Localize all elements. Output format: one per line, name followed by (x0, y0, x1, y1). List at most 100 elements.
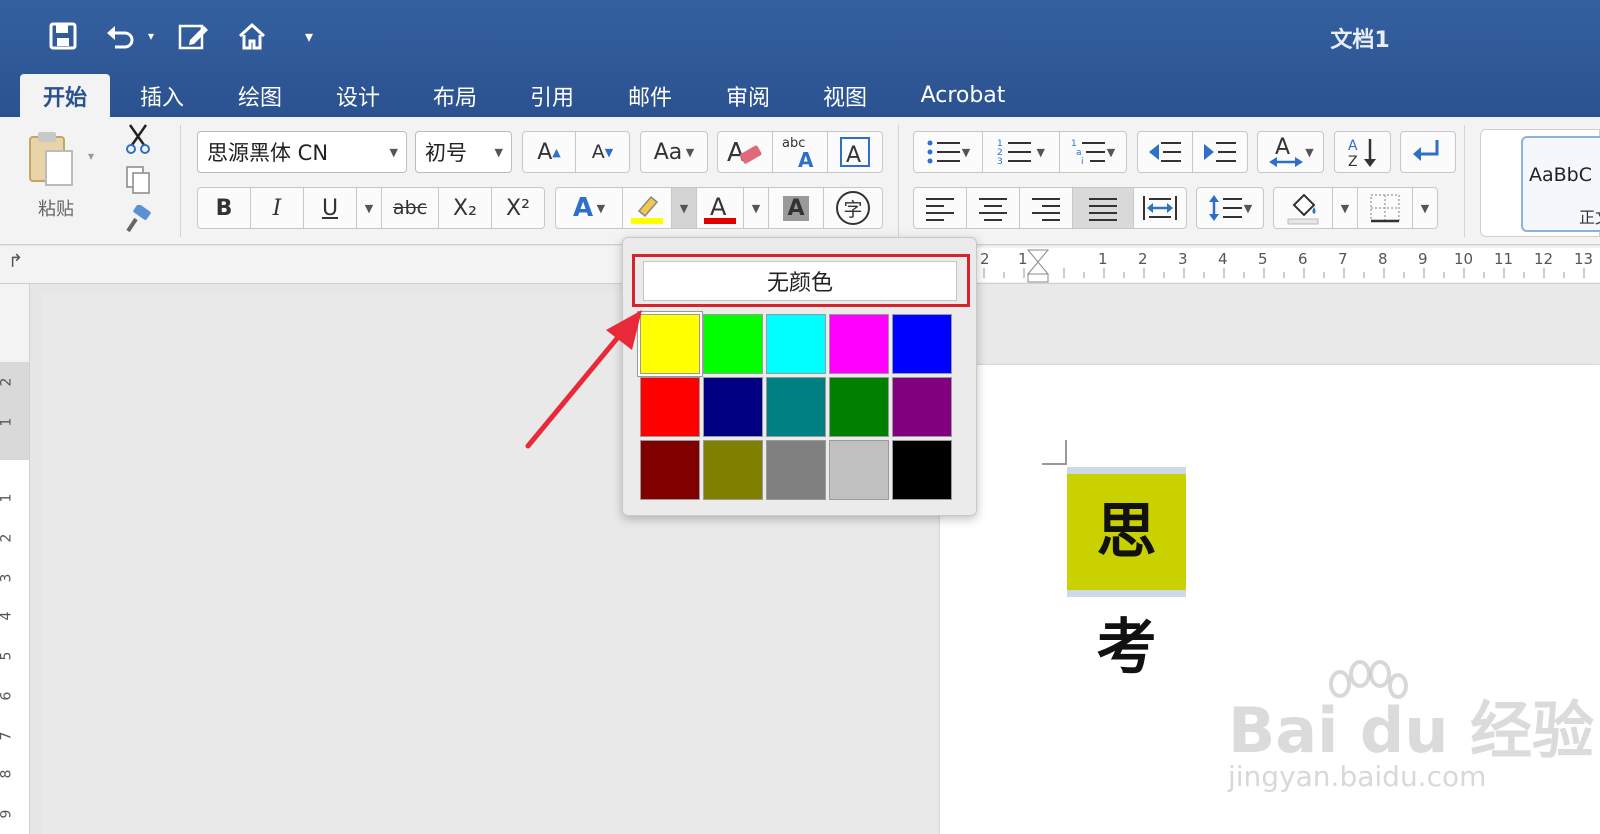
color-swatch-bright-green[interactable] (703, 314, 763, 374)
tab-acrobat[interactable]: Acrobat (908, 74, 1018, 117)
undo-dropdown-icon[interactable]: ▾ (143, 18, 159, 54)
sort-button[interactable]: AZ (1334, 131, 1391, 173)
ruler-number: 2 (0, 377, 15, 387)
color-swatch-violet[interactable] (892, 377, 952, 437)
align-center-button[interactable] (966, 187, 1020, 229)
grow-font-button[interactable]: A ▲ (522, 131, 576, 173)
copy-icon[interactable] (124, 165, 152, 199)
strikethrough-button[interactable]: abc (381, 187, 439, 229)
font-color-icon: A (704, 193, 736, 224)
color-swatch-teal[interactable] (766, 377, 826, 437)
home-icon[interactable] (234, 18, 270, 54)
numbering-button[interactable]: 123 ▼ (982, 131, 1060, 173)
phonetic-guide-button[interactable]: abc A (772, 131, 828, 173)
highlight-dropdown[interactable]: ▼ (671, 187, 697, 229)
no-color-button[interactable]: 无颜色 (643, 261, 957, 301)
tab-stop-icon[interactable]: ↱ (8, 251, 23, 272)
ruler-number: 9 (1418, 250, 1428, 268)
distributed-button[interactable] (1133, 187, 1187, 229)
tab-mailings[interactable]: 邮件 (612, 74, 688, 117)
color-swatch-dark-yellow[interactable] (703, 440, 763, 500)
tab-view[interactable]: 视图 (807, 74, 883, 117)
bullets-button[interactable]: ▼ (913, 131, 983, 173)
ruler-number: 1 (1018, 250, 1028, 268)
font-color-dropdown[interactable]: ▼ (743, 187, 769, 229)
svg-text:Z: Z (1348, 154, 1358, 169)
numbered-list-icon: 123 (997, 139, 1032, 167)
tab-layout[interactable]: 布局 (417, 74, 493, 117)
tab-home[interactable]: 开始 (20, 74, 110, 117)
asian-layout-button[interactable]: A ▼ (1257, 131, 1324, 173)
font-size-select[interactable]: 初号 ▼ (415, 131, 512, 173)
char-border-button[interactable]: A (827, 131, 883, 173)
line-spacing-button[interactable]: ▼ (1196, 187, 1264, 229)
superscript-button[interactable]: X² (491, 187, 545, 229)
color-swatch-pink[interactable] (829, 314, 889, 374)
cut-icon[interactable] (124, 123, 152, 159)
sort-az-icon: AZ (1348, 138, 1376, 169)
ruler-number: 5 (0, 651, 15, 661)
caret-up-icon: ▲ (552, 145, 561, 159)
chevron-down-icon: ▼ (1106, 145, 1116, 159)
ruler-number: 8 (1378, 250, 1388, 268)
italic-button[interactable]: I (250, 187, 304, 229)
color-swatch-blue[interactable] (892, 314, 952, 374)
style-normal[interactable]: AaBbC 正文 (1521, 136, 1600, 232)
color-swatch-turquoise[interactable] (766, 314, 826, 374)
tab-references[interactable]: 引用 (514, 74, 590, 117)
borders-button[interactable] (1357, 187, 1413, 229)
save-icon[interactable] (46, 18, 80, 54)
customize-qat-icon[interactable]: ▾ (298, 18, 320, 54)
shading-dropdown[interactable]: ▼ (1332, 187, 1358, 229)
underline-dropdown[interactable]: ▼ (356, 187, 382, 229)
underline-button[interactable]: U (303, 187, 357, 229)
document-text: 思考 (1067, 474, 1186, 683)
font-family-select[interactable]: 思源黑体 CN ▼ (197, 131, 407, 173)
shading-button[interactable] (1273, 187, 1333, 229)
color-swatch-gray-25[interactable] (829, 440, 889, 500)
decrease-indent-button[interactable] (1137, 131, 1193, 173)
chevron-down-icon: ▼ (494, 145, 503, 159)
paste-dropdown-icon[interactable]: ▾ (88, 149, 94, 163)
text-effects-button[interactable]: A ▼ (555, 187, 623, 229)
highlighted-text[interactable]: 思考 (1067, 467, 1186, 683)
paste-icon[interactable] (26, 129, 76, 191)
borders-dropdown[interactable]: ▼ (1412, 187, 1438, 229)
show-marks-button[interactable] (1400, 131, 1456, 173)
asian-layout-icon: A (1269, 135, 1304, 167)
ribbon-separator (180, 125, 181, 237)
word-window: ▾ ▾ 文档1 开始 插入 绘图 设计 布局 引用 邮件 审阅 视图 Acrob… (0, 0, 1600, 834)
font-color-button[interactable]: A (696, 187, 744, 229)
clear-format-button[interactable]: A (717, 131, 773, 173)
phonetic-icon: abcA (782, 136, 814, 169)
svg-text:A: A (798, 148, 814, 169)
bold-button[interactable]: B (197, 187, 251, 229)
shrink-font-button[interactable]: A ▼ (575, 131, 630, 173)
color-swatch-green[interactable] (829, 377, 889, 437)
format-painter-icon[interactable] (122, 204, 154, 239)
increase-indent-button[interactable] (1192, 131, 1248, 173)
subscript-button[interactable]: X₂ (438, 187, 492, 229)
char-shading-button[interactable]: A (768, 187, 824, 229)
edit-doc-icon[interactable] (176, 18, 212, 54)
highlight-button[interactable] (622, 187, 672, 229)
tab-design[interactable]: 设计 (320, 74, 396, 117)
color-swatch-gray-50[interactable] (766, 440, 826, 500)
multilevel-list-button[interactable]: 1 a i ▼ (1059, 131, 1127, 173)
tab-insert[interactable]: 插入 (124, 74, 200, 117)
justify-button[interactable] (1072, 187, 1134, 229)
tab-draw[interactable]: 绘图 (222, 74, 298, 117)
color-swatch-black[interactable] (892, 440, 952, 500)
title-bar: ▾ ▾ 文档1 开始 插入 绘图 设计 布局 引用 邮件 审阅 视图 Acrob… (0, 0, 1600, 117)
align-left-button[interactable] (913, 187, 967, 229)
color-swatch-dark-blue[interactable] (703, 377, 763, 437)
undo-icon[interactable] (102, 18, 138, 54)
indent-marker-icon[interactable] (1026, 248, 1050, 284)
align-left-icon (926, 198, 954, 221)
change-case-button[interactable]: Aa ▼ (640, 131, 708, 173)
enclose-char-button[interactable]: 字 (823, 187, 883, 229)
tab-review[interactable]: 审阅 (710, 74, 786, 117)
align-right-button[interactable] (1019, 187, 1073, 229)
line-spacing-icon (1208, 195, 1242, 221)
ribbon-tabs: 开始 插入 绘图 设计 布局 引用 邮件 审阅 视图 Acrobat (0, 74, 1600, 117)
